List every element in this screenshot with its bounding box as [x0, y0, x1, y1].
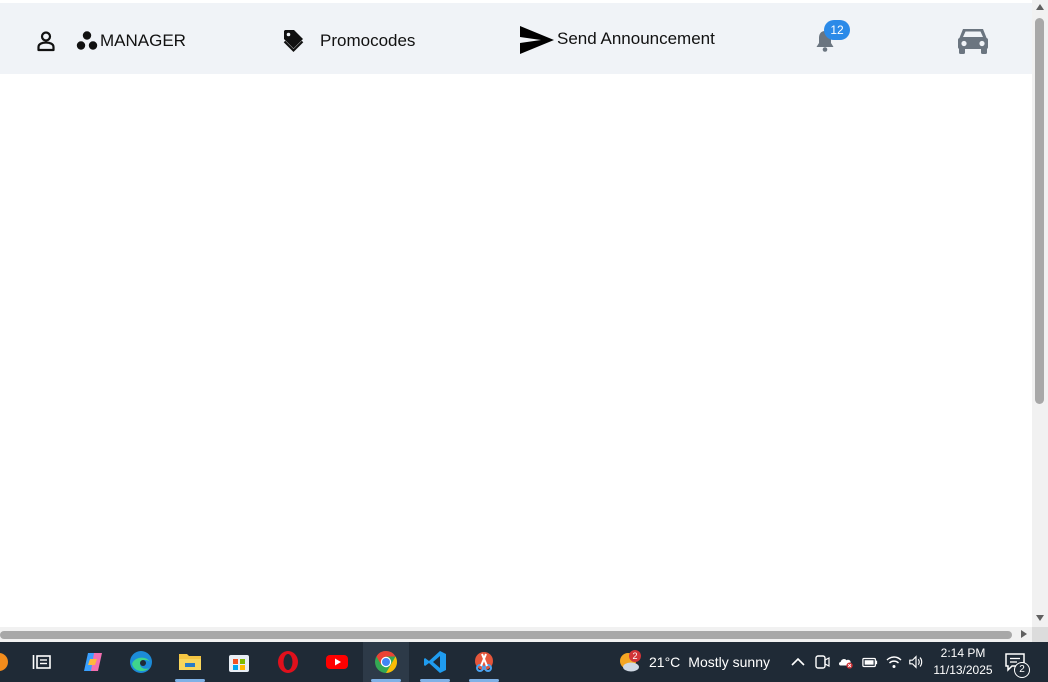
taskbar-file-explorer[interactable] [167, 642, 213, 682]
nav-send-announcement[interactable]: Send Announcement [519, 25, 715, 55]
group-dots-icon [76, 31, 98, 50]
horizontal-scrollbar[interactable] [0, 627, 1032, 642]
taskbar-microsoft-store[interactable] [216, 642, 262, 682]
clock-time: 2:14 PM [940, 646, 986, 660]
browser-viewport: MANAGER Promocodes Send Announcement 12 [0, 0, 1048, 642]
nav-promocodes[interactable]: Promocodes [282, 27, 415, 55]
file-explorer-icon [179, 654, 201, 670]
vscode-icon [424, 651, 446, 673]
nav-send-announcement-label: Send Announcement [557, 29, 715, 48]
taskbar-clock[interactable]: 2:14 PM 11/13/2025 [930, 645, 996, 679]
horizontal-scroll-thumb[interactable] [0, 631, 1012, 639]
taskbar-app-partial[interactable] [0, 642, 14, 682]
snipping-tool-icon [475, 652, 493, 672]
taskbar-opera[interactable] [265, 642, 311, 682]
cloud-error-icon [839, 658, 853, 669]
speaker-icon [909, 655, 923, 669]
scroll-down-arrow-icon[interactable] [1036, 615, 1044, 621]
vertical-scrollbar[interactable] [1032, 0, 1048, 627]
weather-condition: Mostly sunny [688, 654, 770, 670]
taskbar-task-view[interactable] [19, 642, 65, 682]
tray-volume[interactable] [908, 654, 924, 670]
send-icon [520, 26, 554, 54]
partial-orange-icon [0, 653, 8, 671]
tray-battery[interactable] [862, 654, 878, 670]
task-view-icon [32, 655, 51, 669]
scrollbar-corner [1032, 627, 1048, 642]
chrome-icon [375, 651, 397, 673]
tray-wifi[interactable] [886, 654, 902, 670]
tray-overflow-button[interactable] [790, 654, 806, 670]
tray-onedrive[interactable] [838, 654, 854, 670]
weather-temperature: 21°C [649, 654, 681, 670]
chevron-up-icon [791, 657, 805, 666]
windows-taskbar: 21°C Mostly sunny 2 2:14 PM 11/13/2025 2 [0, 642, 1048, 682]
notification-count-badge: 2 [1014, 662, 1030, 678]
microsoft-store-icon [229, 655, 249, 672]
car-icon [958, 29, 988, 54]
camera-icon [815, 655, 830, 669]
edge-icon [130, 651, 152, 673]
tray-meet-now[interactable] [814, 654, 830, 670]
taskbar-chrome[interactable] [363, 642, 409, 682]
notifications-count-badge: 12 [824, 20, 850, 40]
scroll-right-arrow-icon[interactable] [1021, 630, 1027, 638]
battery-icon [862, 657, 878, 668]
copilot-icon [84, 653, 102, 671]
top-navigation-bar: MANAGER Promocodes Send Announcement 12 [0, 3, 1032, 74]
nav-manager-label: MANAGER [100, 31, 186, 50]
nav-manager[interactable]: MANAGER [76, 29, 186, 53]
taskbar-edge[interactable] [118, 642, 164, 682]
youtube-icon [326, 655, 348, 669]
person-icon [37, 31, 55, 52]
taskbar-weather[interactable]: 21°C Mostly sunny [617, 642, 770, 682]
nav-promocodes-label: Promocodes [320, 31, 416, 50]
scroll-up-arrow-icon[interactable] [1036, 4, 1044, 10]
vertical-scroll-thumb[interactable] [1035, 18, 1044, 404]
opera-icon [278, 651, 298, 673]
wifi-icon [886, 656, 902, 668]
taskbar-youtube[interactable] [314, 642, 360, 682]
weather-alert-badge: 2 [629, 650, 641, 662]
tag-icon [283, 30, 304, 53]
profile-button[interactable] [36, 30, 56, 52]
clock-date: 11/13/2025 [933, 663, 993, 677]
taskbar-vscode[interactable] [412, 642, 458, 682]
vehicle-button[interactable] [956, 25, 990, 57]
taskbar-copilot[interactable] [70, 642, 116, 682]
taskbar-snipping-tool[interactable] [461, 642, 507, 682]
